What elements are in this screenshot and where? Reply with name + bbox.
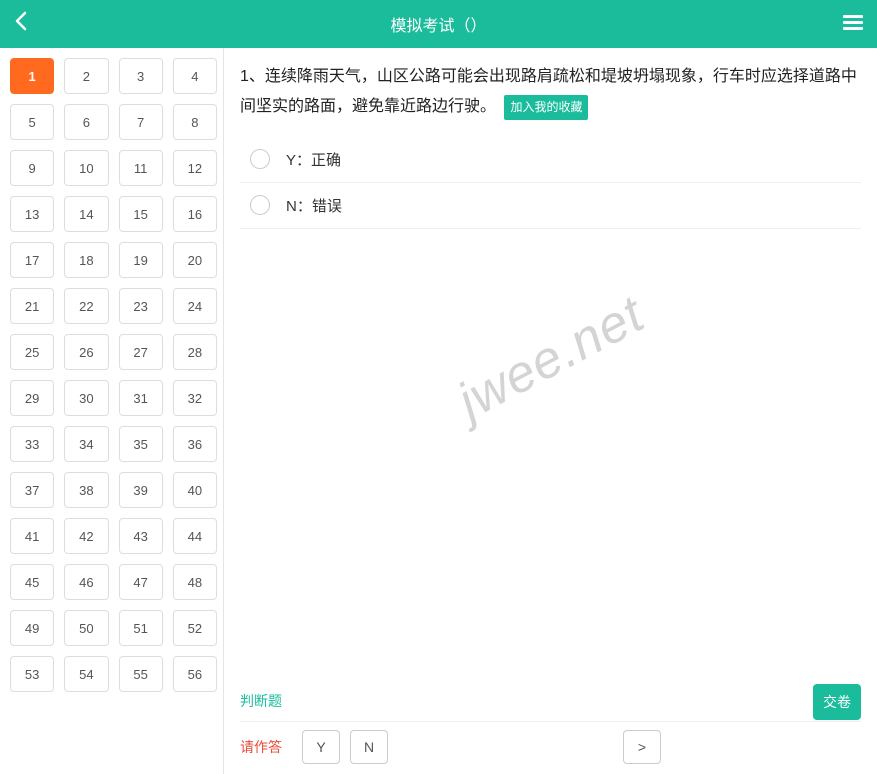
question-nav-17[interactable]: 17 [10,242,54,278]
options-list: Y：正确 N：错误 [240,137,861,229]
question-nav-12[interactable]: 12 [173,150,217,186]
question-nav-1[interactable]: 1 [10,58,54,94]
question-nav-35[interactable]: 35 [119,426,163,462]
question-nav-34[interactable]: 34 [64,426,108,462]
question-nav-13[interactable]: 13 [10,196,54,232]
answer-prompt: 请作答 [240,737,282,757]
question-nav-4[interactable]: 4 [173,58,217,94]
question-nav-28[interactable]: 28 [173,334,217,370]
question-nav-33[interactable]: 33 [10,426,54,462]
question-nav-25[interactable]: 25 [10,334,54,370]
question-nav-38[interactable]: 38 [64,472,108,508]
menu-button[interactable] [823,12,863,36]
question-nav-56[interactable]: 56 [173,656,217,692]
answer-y-button[interactable]: Y [302,730,340,764]
question-nav-24[interactable]: 24 [173,288,217,324]
question-nav-15[interactable]: 15 [119,196,163,232]
hamburger-icon [843,12,863,33]
answer-bar: 请作答 Y N > [240,721,861,774]
page-title: 模拟考试（） [54,12,823,36]
question-nav-54[interactable]: 54 [64,656,108,692]
question-nav-9[interactable]: 9 [10,150,54,186]
question-nav-19[interactable]: 19 [119,242,163,278]
question-nav-30[interactable]: 30 [64,380,108,416]
watermark: jwee.net [447,284,653,432]
question-nav-46[interactable]: 46 [64,564,108,600]
next-button[interactable]: > [623,730,661,764]
question-nav-14[interactable]: 14 [64,196,108,232]
favorite-button[interactable]: 加入我的收藏 [504,95,588,120]
header: 模拟考试（） [0,0,877,48]
question-nav-16[interactable]: 16 [173,196,217,232]
question-nav-5[interactable]: 5 [10,104,54,140]
radio-icon [250,149,270,169]
question-nav-41[interactable]: 41 [10,518,54,554]
question-nav-2[interactable]: 2 [64,58,108,94]
question-nav-43[interactable]: 43 [119,518,163,554]
question-nav-50[interactable]: 50 [64,610,108,646]
question-text: 1、连续降雨天气，山区公路可能会出现路肩疏松和堤坡坍塌现象，行车时应选择道路中间… [240,62,861,123]
question-nav-11[interactable]: 11 [119,150,163,186]
question-content: 1、连续降雨天气，山区公路可能会出现路肩疏松和堤坡坍塌现象，行车时应选择道路中间… [224,48,877,774]
question-nav-52[interactable]: 52 [173,610,217,646]
question-type-label: 判断题 [240,685,861,721]
radio-icon [250,195,270,215]
question-nav-8[interactable]: 8 [173,104,217,140]
question-nav-7[interactable]: 7 [119,104,163,140]
question-nav-22[interactable]: 22 [64,288,108,324]
option-label: Y：正确 [286,149,341,170]
question-nav-29[interactable]: 29 [10,380,54,416]
question-nav-23[interactable]: 23 [119,288,163,324]
question-nav-20[interactable]: 20 [173,242,217,278]
option-label: N：错误 [286,195,342,216]
question-nav-51[interactable]: 51 [119,610,163,646]
question-nav-49[interactable]: 49 [10,610,54,646]
question-nav-36[interactable]: 36 [173,426,217,462]
back-button[interactable] [14,11,54,37]
question-nav-48[interactable]: 48 [173,564,217,600]
option-n[interactable]: N：错误 [240,183,861,229]
option-y[interactable]: Y：正确 [240,137,861,183]
submit-button[interactable]: 交卷 [813,684,861,720]
question-nav-6[interactable]: 6 [64,104,108,140]
question-nav-44[interactable]: 44 [173,518,217,554]
question-nav-45[interactable]: 45 [10,564,54,600]
question-nav-27[interactable]: 27 [119,334,163,370]
question-nav-10[interactable]: 10 [64,150,108,186]
question-nav-37[interactable]: 37 [10,472,54,508]
question-nav-40[interactable]: 40 [173,472,217,508]
chevron-left-icon [14,11,28,31]
question-nav-53[interactable]: 53 [10,656,54,692]
question-nav-55[interactable]: 55 [119,656,163,692]
question-nav-32[interactable]: 32 [173,380,217,416]
question-nav-18[interactable]: 18 [64,242,108,278]
question-nav-21[interactable]: 21 [10,288,54,324]
question-nav-26[interactable]: 26 [64,334,108,370]
question-nav-3[interactable]: 3 [119,58,163,94]
question-nav-31[interactable]: 31 [119,380,163,416]
question-nav-sidebar[interactable]: 1234567891011121314151617181920212223242… [0,48,224,774]
question-nav-42[interactable]: 42 [64,518,108,554]
question-nav-39[interactable]: 39 [119,472,163,508]
question-number: 1 [240,68,249,85]
answer-n-button[interactable]: N [350,730,388,764]
question-nav-47[interactable]: 47 [119,564,163,600]
